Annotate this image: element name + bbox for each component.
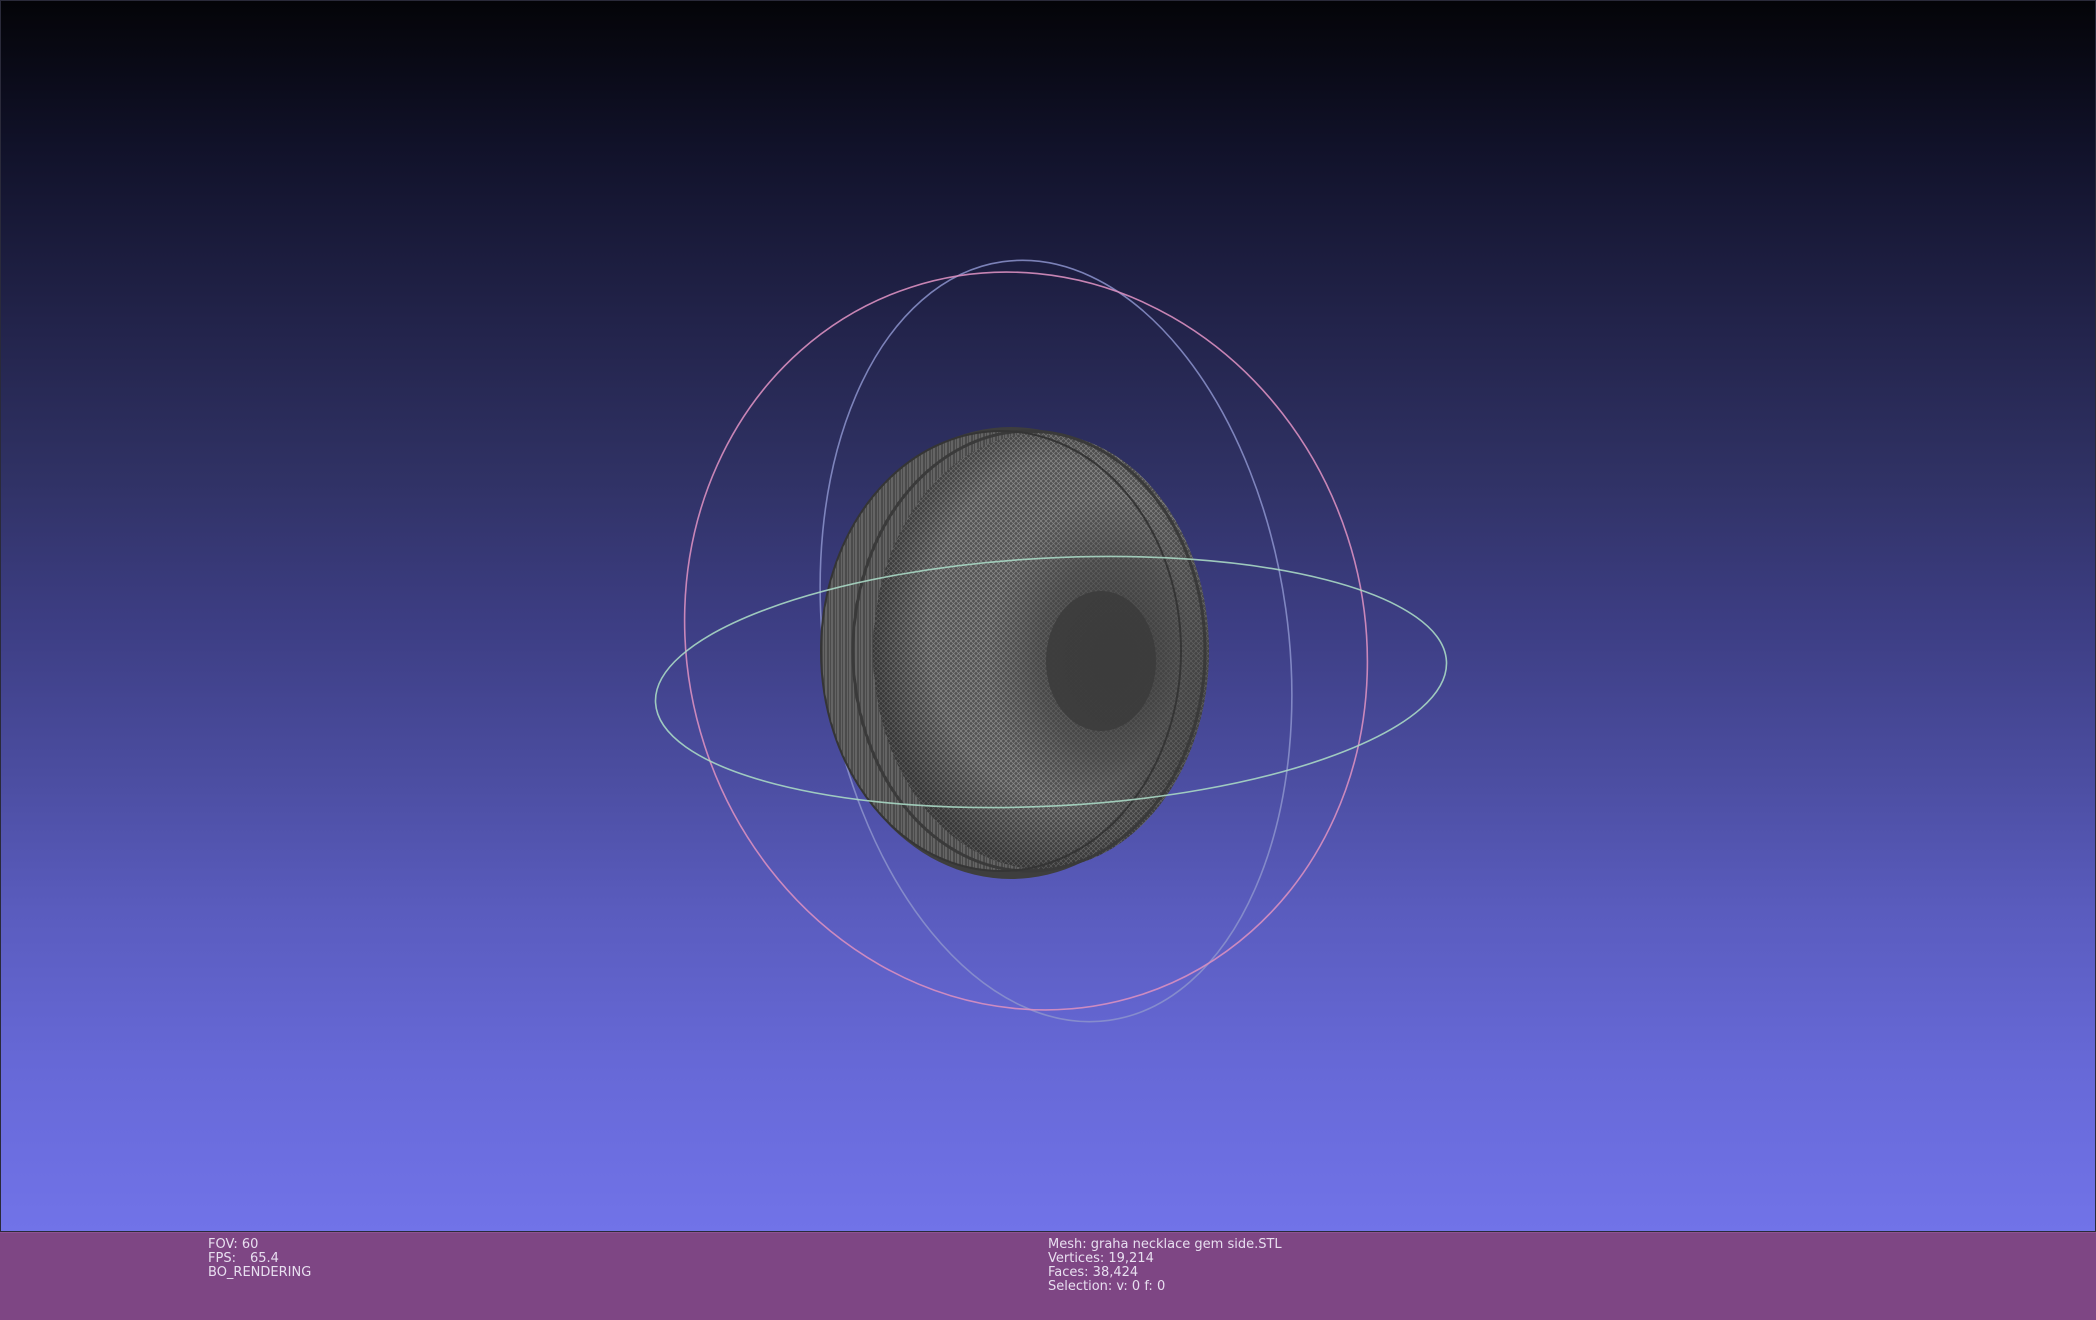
mesh-object[interactable]	[820, 427, 1209, 879]
mesh-scene[interactable]	[1, 1, 2096, 1233]
mesh-name: Mesh: graha necklace gem side.STL	[1048, 1237, 1282, 1252]
fps-value: 65.4	[249, 1251, 279, 1266]
3d-viewport[interactable]	[0, 0, 2096, 1232]
fps-label: FPS:	[208, 1251, 236, 1266]
vertex-count: Vertices: 19,214	[1048, 1251, 1154, 1266]
info-bar: FOV: 60 FPS: 65.4 BO_RENDERING Mesh: grah…	[0, 1232, 2096, 1320]
fps-readout: FPS: 65.4	[208, 1252, 311, 1266]
render-info: FOV: 60 FPS: 65.4 BO_RENDERING	[208, 1238, 311, 1280]
render-mode: BO_RENDERING	[208, 1265, 312, 1280]
face-count: Faces: 38,424	[1048, 1265, 1139, 1280]
selection-info: Selection: v: 0 f: 0	[1048, 1279, 1166, 1294]
fov-label: FOV: 60	[208, 1237, 259, 1252]
mesh-info: Mesh: graha necklace gem side.STL Vertic…	[1048, 1238, 1282, 1294]
